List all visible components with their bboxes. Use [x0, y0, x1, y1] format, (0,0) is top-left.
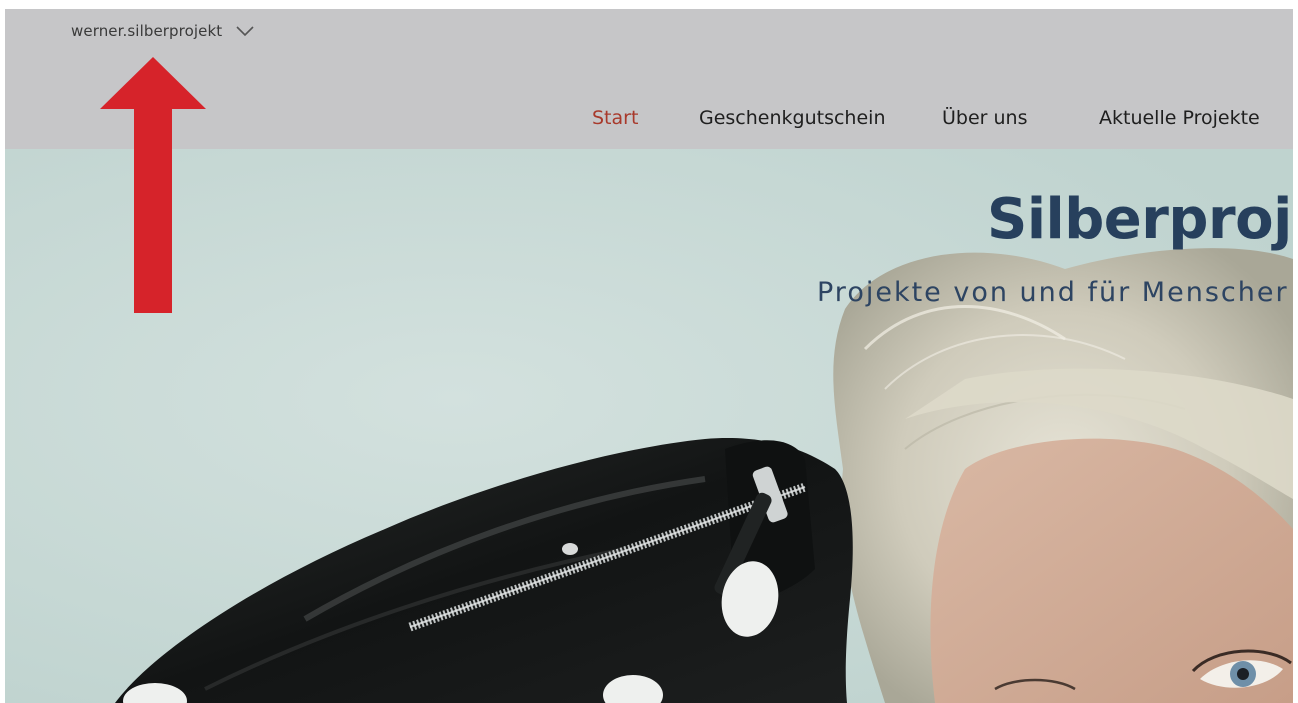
hero-subtitle: Projekte von und für Menscher — [817, 277, 1289, 308]
nav-item-aktuelle-projekte[interactable]: Aktuelle Projekte — [1099, 107, 1260, 129]
hero-title: Silberproj — [987, 187, 1292, 252]
site-switcher[interactable]: werner.silberprojekt — [71, 22, 254, 40]
nav-item-start[interactable]: Start — [592, 107, 638, 129]
nav-item-geschenkgutschein[interactable]: Geschenkgutschein — [699, 107, 885, 129]
chevron-down-icon — [236, 26, 254, 37]
site-name: werner.silberprojekt — [71, 22, 223, 40]
nav-item-ueber-uns[interactable]: Über uns — [942, 107, 1028, 129]
arrow-up-icon — [100, 57, 206, 313]
browser-viewport: werner.silberprojekt Start Geschenkgutsc… — [5, 9, 1293, 703]
